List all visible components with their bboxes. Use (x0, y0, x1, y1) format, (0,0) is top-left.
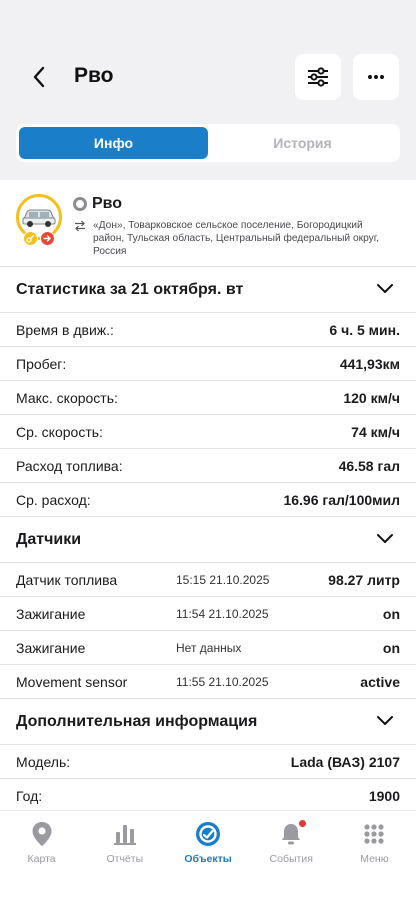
object-header: Рво «Дон», Товарковское сельское поселен… (0, 180, 416, 267)
more-button[interactable] (353, 54, 399, 100)
stat-row-max-speed: Макс. скорость: 120 км/ч (0, 381, 416, 415)
extra-info-section-header[interactable]: Дополнительная информация (0, 699, 416, 745)
sensor-label: Movement sensor (16, 673, 128, 690)
key-icon (26, 234, 35, 243)
object-details-card: Рво «Дон», Товарковское сельское поселен… (0, 180, 416, 810)
nav-label: Объекты (184, 853, 232, 865)
nav-label: Меню (360, 853, 389, 865)
info-value: 1900 (368, 787, 400, 804)
notification-dot (299, 820, 307, 827)
sensor-value: active (360, 673, 400, 690)
object-name: Рво (92, 195, 123, 212)
key-badge (23, 231, 38, 246)
sensor-label: Зажигание (16, 639, 86, 656)
stat-label: Время в движ.: (16, 321, 114, 338)
sensor-time: 11:54 21.10.2025 (176, 606, 269, 621)
info-label: Год: (16, 787, 43, 804)
statistics-title: Статистика за 21 октября. вт (16, 280, 244, 298)
arrow-right-icon (43, 235, 51, 242)
nav-label: Отчёты (106, 853, 144, 865)
stat-row-moving-time: Время в движ.: 6 ч. 5 мин. (0, 313, 416, 347)
stat-label: Макс. скорость: (16, 389, 118, 406)
sensor-row: Movement sensor 11:55 21.10.2025 active (0, 665, 416, 699)
stat-label: Пробег: (16, 355, 67, 372)
info-value: Lada (ВАЗ) 2107 (290, 753, 400, 770)
sensor-row: Зажигание 11:54 21.10.2025 on (0, 597, 416, 631)
stat-value: 120 км/ч (343, 389, 400, 406)
nav-label: Карта (27, 853, 56, 865)
nav-item-events[interactable]: События (250, 811, 333, 872)
chevron-down-icon (377, 284, 393, 293)
nav-item-objects[interactable]: Объекты (166, 811, 249, 872)
page-title: Рво (74, 64, 114, 87)
nav-item-menu[interactable]: Меню (333, 811, 416, 872)
bar-chart-icon (113, 825, 136, 845)
map-pin-icon (32, 822, 52, 846)
grid-menu-icon (364, 824, 385, 844)
sensors-section-header[interactable]: Датчики (0, 517, 416, 563)
info-label: Модель: (16, 753, 71, 770)
filter-button[interactable] (295, 54, 341, 100)
stat-row-fuel-consumption: Расход топлива: 46.58 гал (0, 449, 416, 483)
moving-badge (40, 231, 55, 246)
chevron-left-icon (33, 66, 45, 88)
sensor-row: Зажигание Нет данных on (0, 631, 416, 665)
stat-value: 16.96 гал/100мил (283, 491, 400, 508)
route-arrows-icon (75, 220, 85, 232)
stat-value: 74 км/ч (351, 423, 400, 440)
statistics-section-header[interactable]: Статистика за 21 октября. вт (0, 267, 416, 313)
sensor-value: on (382, 639, 400, 656)
objects-icon (196, 822, 220, 846)
bottom-navigation: Карта Отчёты Объекты События Меню (0, 810, 416, 872)
tab-history[interactable]: История (208, 127, 397, 159)
nav-item-reports[interactable]: Отчёты (83, 811, 166, 872)
more-horizontal-icon (368, 75, 384, 79)
top-bar: Рво (0, 0, 416, 118)
sensor-label: Датчик топлива (16, 571, 118, 588)
chevron-down-icon (377, 716, 393, 725)
nav-item-map[interactable]: Карта (0, 811, 83, 872)
segmented-tabs: Инфо История (16, 124, 400, 162)
nav-label: События (269, 853, 313, 865)
stat-row-avg-consumption: Ср. расход: 16.96 гал/100мил (0, 483, 416, 517)
stat-value: 6 ч. 5 мин. (329, 321, 400, 338)
status-indicator (73, 197, 87, 211)
extra-info-title: Дополнительная информация (16, 712, 258, 730)
sensor-value: 98.27 литр (328, 571, 400, 588)
stat-value: 441,93км (339, 355, 400, 372)
sensor-time: 11:55 21.10.2025 (176, 674, 269, 689)
stat-row-mileage: Пробег: 441,93км (0, 347, 416, 381)
stat-value: 46.58 гал (338, 457, 400, 474)
car-icon (22, 209, 56, 227)
tab-info[interactable]: Инфо (19, 127, 208, 159)
info-row-model: Модель: Lada (ВАЗ) 2107 (0, 745, 416, 779)
object-avatar[interactable] (16, 194, 62, 240)
info-row-year: Год: 1900 (0, 779, 416, 810)
stat-label: Расход топлива: (16, 457, 123, 474)
sliders-icon (308, 67, 328, 87)
sensor-time: Нет данных (176, 640, 242, 655)
chevron-down-icon (377, 534, 393, 543)
sensor-value: on (382, 605, 400, 622)
stat-label: Ср. скорость: (16, 423, 103, 440)
stat-row-avg-speed: Ср. скорость: 74 км/ч (0, 415, 416, 449)
object-address: «Дон», Товарковское сельское поселение, … (93, 220, 380, 258)
sensor-time: 15:15 21.10.2025 (176, 572, 270, 587)
back-button[interactable] (24, 62, 54, 92)
bottom-safe-area (0, 872, 416, 900)
stat-label: Ср. расход: (16, 491, 91, 508)
sensor-row: Датчик топлива 15:15 21.10.2025 98.27 ли… (0, 563, 416, 597)
sensors-title: Датчики (16, 530, 82, 548)
sensor-label: Зажигание (16, 605, 86, 622)
